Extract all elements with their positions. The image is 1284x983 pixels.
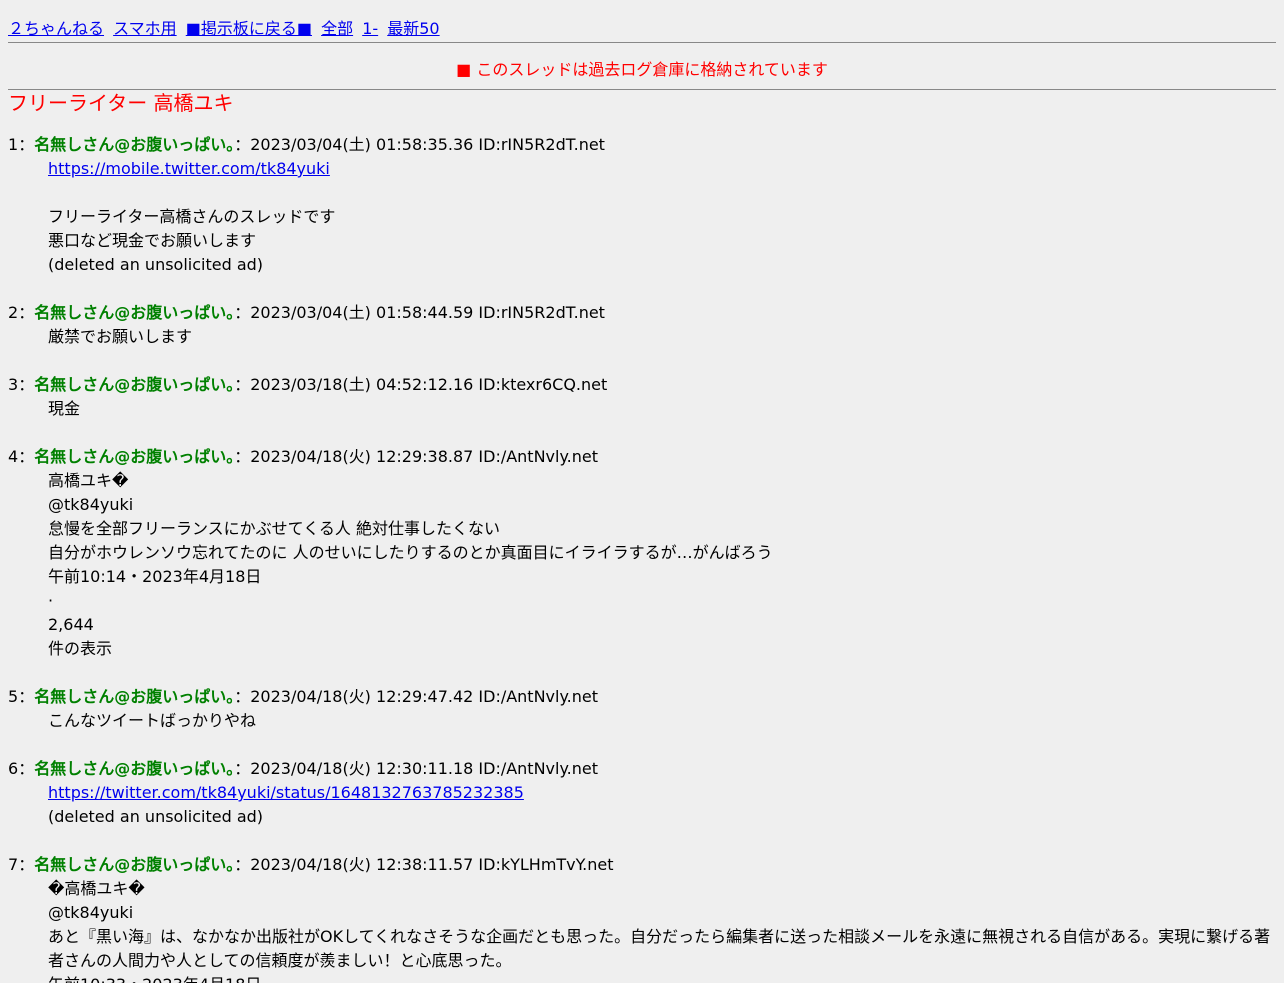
poster-name: 名無しさん@お腹いっぱい。: [34, 687, 235, 706]
nav-range-link[interactable]: 1-: [362, 19, 378, 38]
post-number[interactable]: 1: [8, 135, 18, 154]
poster-name: 名無しさん@お腹いっぱい。: [34, 135, 235, 154]
post-number-separator: ：: [18, 135, 35, 154]
post: 1：名無しさん@お腹いっぱい。：2023/03/04(土) 01:58:35.3…: [8, 133, 1276, 277]
post-meta: ：2023/03/04(土) 01:58:35.36 ID:rIN5R2dT.n…: [234, 135, 605, 154]
post-body: 高橋ユキ� @tk84yuki 怠慢を全部フリーランスにかぶせてくる人 絶対仕事した…: [48, 469, 1276, 661]
post-text-line: 悪口など現金でお願いします: [48, 231, 257, 250]
poster-name: 名無しさん@お腹いっぱい。: [34, 855, 235, 874]
post-text-line: 怠慢を全部フリーランスにかぶせてくる人 絶対仕事したくない: [48, 519, 500, 538]
post-body: 厳禁でお願いします: [48, 325, 1276, 349]
post-body: こんなツイートばっかりやね: [48, 709, 1276, 733]
post-text-line: @tk84yuki: [48, 495, 134, 514]
post-meta: ：2023/04/18(火) 12:29:38.87 ID:/AntNvly.n…: [234, 447, 598, 466]
post-meta: ：2023/04/18(火) 12:29:47.42 ID:/AntNvly.n…: [234, 687, 598, 706]
post-header: 7：名無しさん@お腹いっぱい。：2023/04/18(火) 12:38:11.5…: [8, 853, 1276, 877]
nav-latest50-link[interactable]: 最新50: [387, 19, 439, 38]
post-meta: ：2023/03/04(土) 01:58:44.59 ID:rIN5R2dT.n…: [234, 303, 605, 322]
post-number-separator: ：: [18, 303, 35, 322]
post-text-line: ·: [48, 591, 54, 610]
post-number[interactable]: 4: [8, 447, 18, 466]
post-number-separator: ：: [18, 447, 35, 466]
post-body: https://twitter.com/tk84yuki/status/1648…: [48, 781, 1276, 829]
post-body: https://mobile.twitter.com/tk84yuki フリーライ…: [48, 157, 1276, 277]
post-header: 4：名無しさん@お腹いっぱい。：2023/04/18(火) 12:29:38.8…: [8, 445, 1276, 469]
post-text-line: �高橋ユキ�: [48, 879, 145, 898]
post-text-line: 件の表示: [48, 639, 113, 658]
post: 3：名無しさん@お腹いっぱい。：2023/03/18(土) 04:52:12.1…: [8, 373, 1276, 421]
post-text-line: 2,644: [48, 615, 94, 634]
post-text-line: フリーライター高橋さんのスレッドです: [48, 207, 336, 226]
post-text-line: 自分がホウレンソウ忘れてたのに 人のせいにしたりするのとか真面目にイライラするが…: [48, 543, 773, 562]
post-link[interactable]: https://twitter.com/tk84yuki/status/1648…: [48, 783, 524, 802]
nav-back-to-board-link[interactable]: ■掲示板に戻る■: [186, 19, 312, 38]
post-number[interactable]: 7: [8, 855, 18, 874]
post-header: 3：名無しさん@お腹いっぱい。：2023/03/18(土) 04:52:12.1…: [8, 373, 1276, 397]
post-number[interactable]: 3: [8, 375, 18, 394]
post-body: 現金: [48, 397, 1276, 421]
post-text-line: 午前10:14・2023年4月18日: [48, 567, 262, 586]
post-number-separator: ：: [18, 759, 35, 778]
post-meta: ：2023/03/18(土) 04:52:12.16 ID:ktexr6CQ.n…: [234, 375, 608, 394]
nav-mobile-link[interactable]: スマホ用: [113, 19, 177, 38]
post-list: 1：名無しさん@お腹いっぱい。：2023/03/04(土) 01:58:35.3…: [8, 133, 1276, 983]
post-number-separator: ：: [18, 687, 35, 706]
post-header: 6：名無しさん@お腹いっぱい。：2023/04/18(火) 12:30:11.1…: [8, 757, 1276, 781]
post: 4：名無しさん@お腹いっぱい。：2023/04/18(火) 12:29:38.8…: [8, 445, 1276, 661]
post-line: https://twitter.com/tk84yuki/status/1648…: [48, 781, 1276, 805]
poster-name: 名無しさん@お腹いっぱい。: [34, 303, 235, 322]
poster-name: 名無しさん@お腹いっぱい。: [34, 447, 235, 466]
post-link[interactable]: https://mobile.twitter.com/tk84yuki: [48, 159, 330, 178]
post: 6：名無しさん@お腹いっぱい。：2023/04/18(火) 12:30:11.1…: [8, 757, 1276, 829]
nav-bar: ２ちゃんねる スマホ用 ■掲示板に戻る■ 全部 1- 最新50: [8, 17, 444, 41]
thread-title: フリーライター 高橋ユキ: [8, 91, 234, 115]
post-number[interactable]: 2: [8, 303, 18, 322]
post: 7：名無しさん@お腹いっぱい。：2023/04/18(火) 12:38:11.5…: [8, 853, 1276, 983]
post-text-line: あと『黒い海』は、なかなか出版社がOKしてくれなさそうな企画だとも思った。自分だ…: [48, 927, 1271, 970]
post: 2：名無しさん@お腹いっぱい。：2023/03/04(土) 01:58:44.5…: [8, 301, 1276, 349]
post: 5：名無しさん@お腹いっぱい。：2023/04/18(火) 12:29:47.4…: [8, 685, 1276, 733]
post-meta: ：2023/04/18(火) 12:30:11.18 ID:/AntNvly.n…: [234, 759, 598, 778]
post-text-line: @tk84yuki: [48, 903, 134, 922]
nav-all-posts-link[interactable]: 全部: [321, 19, 353, 38]
post-header: 5：名無しさん@お腹いっぱい。：2023/04/18(火) 12:29:47.4…: [8, 685, 1276, 709]
archived-notice: ■ このスレッドは過去ログ倉庫に格納されています: [456, 60, 828, 79]
post-body: �高橋ユキ� @tk84yuki あと『黒い海』は、なかなか出版社がOKしてくれなさ…: [48, 877, 1276, 983]
post-number[interactable]: 6: [8, 759, 18, 778]
post-text-line: (deleted an unsolicited ad): [48, 807, 264, 826]
post-line: https://mobile.twitter.com/tk84yuki: [48, 157, 1276, 181]
post-text-line: 現金: [48, 399, 81, 418]
post-number-separator: ：: [18, 855, 35, 874]
post-text-line: 午前10:33・2023年4月18日: [48, 973, 1276, 983]
post-header: 1：名無しさん@お腹いっぱい。：2023/03/04(土) 01:58:35.3…: [8, 133, 1276, 157]
post-text-line: こんなツイートばっかりやね: [48, 711, 257, 730]
divider: [8, 42, 1276, 43]
post-number-separator: ：: [18, 375, 35, 394]
post-text-line: 高橋ユキ�: [48, 471, 129, 490]
post-text-line: (deleted an unsolicited ad): [48, 255, 264, 274]
post-text-line: 厳禁でお願いします: [48, 327, 193, 346]
poster-name: 名無しさん@お腹いっぱい。: [34, 375, 235, 394]
post-number[interactable]: 5: [8, 687, 18, 706]
poster-name: 名無しさん@お腹いっぱい。: [34, 759, 235, 778]
nav-home-link[interactable]: ２ちゃんねる: [8, 19, 104, 38]
post-header: 2：名無しさん@お腹いっぱい。：2023/03/04(土) 01:58:44.5…: [8, 301, 1276, 325]
post-meta: ：2023/04/18(火) 12:38:11.57 ID:kYLHmTvY.n…: [234, 855, 614, 874]
